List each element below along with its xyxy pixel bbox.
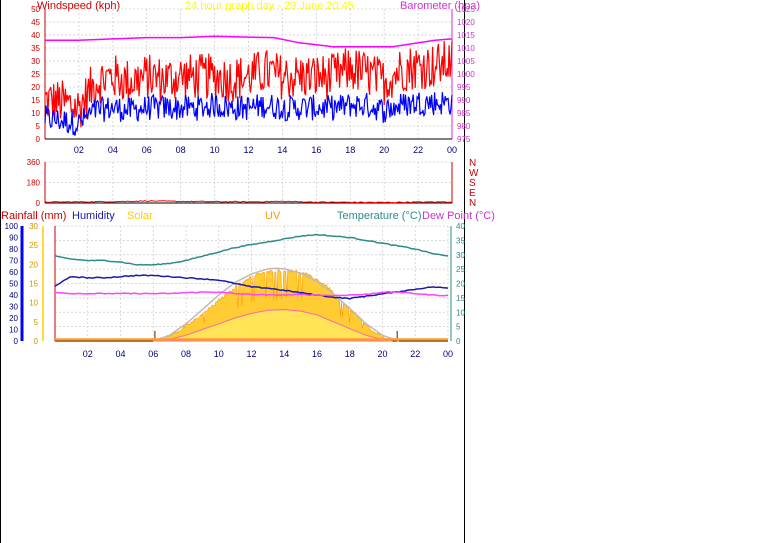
x-tick-label: 20 [379, 145, 389, 155]
y-tick-label-left: 360 [27, 158, 41, 167]
y-tick-label-solar: 15 [29, 280, 38, 289]
x-tick-label: 06 [142, 145, 152, 155]
x-tick-label: 16 [311, 145, 321, 155]
compass-label: N [469, 198, 476, 209]
y-tick-label-right: 995 [457, 83, 471, 92]
weather-graph: Windspeed (kph) 24 hour graph day - 29 J… [1, 0, 495, 359]
x-tick-label: 10 [214, 349, 224, 359]
y-tick-label-solar: 0 [34, 337, 39, 346]
x-tick-label: 10 [210, 145, 220, 155]
y-tick-label-left: 35 [31, 44, 40, 53]
x-tick-label: 00 [443, 349, 453, 359]
y-tick-label-temperature: 25 [456, 265, 465, 274]
y-tick-label-humidity: 30 [9, 303, 18, 312]
y-tick-label-humidity: 90 [9, 234, 18, 243]
y-tick-label-left: 10 [31, 109, 40, 118]
y-tick-label-temperature: 5 [456, 323, 461, 332]
y-tick-label-right: 980 [457, 122, 471, 131]
compass-labels: N W S E N [469, 158, 479, 209]
y-tick-label-left: 180 [27, 179, 41, 188]
x-tick-label: 04 [108, 145, 118, 155]
y-tick-label-left: 20 [31, 83, 40, 92]
y-tick-label-temperature: 0 [456, 337, 461, 346]
y-tick-label-temperature: 40 [456, 222, 465, 231]
legend-rainfall: Rainfall (mm) [1, 210, 66, 222]
y-tick-label-solar: 10 [29, 299, 38, 308]
x-tick-label: 02 [83, 349, 93, 359]
y-tick-label-humidity: 40 [9, 291, 18, 300]
y-tick-label-left: 15 [31, 96, 40, 105]
x-tick-label: 22 [410, 349, 420, 359]
y-tick-label-temperature: 30 [456, 251, 465, 260]
legend-dew-point: Dew Point (°C) [422, 210, 495, 222]
y-tick-label-solar: 30 [29, 222, 38, 231]
y-tick-label-right: 1005 [457, 57, 475, 66]
y-tick-label-humidity: 50 [9, 280, 18, 289]
x-tick-label: 06 [148, 349, 158, 359]
y-tick-label-humidity: 0 [14, 337, 19, 346]
x-tick-label: 04 [115, 349, 125, 359]
x-tick-label: 08 [176, 145, 186, 155]
x-tick-label: 22 [413, 145, 423, 155]
y-tick-label-humidity: 80 [9, 245, 18, 254]
y-tick-label-right: 985 [457, 109, 471, 118]
y-tick-label-left: 0 [36, 135, 41, 144]
y-tick-label-right: 1010 [457, 44, 475, 53]
y-tick-label-solar: 20 [29, 260, 38, 269]
y-tick-label-right: 1020 [457, 18, 475, 27]
y-tick-label-right: 1025 [457, 5, 475, 14]
graph-title: 24 hour graph day - 29 June 20:45 [185, 0, 354, 12]
x-tick-label: 02 [74, 145, 84, 155]
legend-humidity: Humidity [72, 210, 115, 222]
y-tick-label-humidity: 10 [9, 326, 18, 335]
y-tick-label-temperature: 20 [456, 280, 465, 289]
legend-uv: UV [265, 210, 281, 222]
x-tick-label: 18 [345, 145, 355, 155]
x-tick-label: 20 [377, 349, 387, 359]
y-tick-label-temperature: 15 [456, 294, 465, 303]
y-tick-label-right: 1015 [457, 31, 475, 40]
y-tick-label-left: 5 [36, 122, 41, 131]
y-tick-label-left: 40 [31, 31, 40, 40]
y-tick-label-left: 30 [31, 57, 40, 66]
y-tick-label-right: 1000 [457, 70, 475, 79]
y-tick-label-humidity: 100 [5, 222, 19, 231]
x-tick-label: 14 [279, 349, 289, 359]
y-tick-label-left: 45 [31, 18, 40, 27]
x-tick-label: 18 [345, 349, 355, 359]
y-tick-label-temperature: 35 [456, 236, 465, 245]
y-tick-label-temperature: 10 [456, 308, 465, 317]
y-tick-label-right: 975 [457, 135, 471, 144]
x-tick-label: 12 [243, 145, 253, 155]
legend-temperature: Temperature (°C) [337, 210, 421, 222]
y-tick-label-solar: 5 [34, 318, 39, 327]
legend-solar: Solar [127, 210, 153, 222]
y-tick-label-left: 25 [31, 70, 40, 79]
direction-panel: 0 180 360 [27, 158, 453, 208]
y-tick-label-right: 990 [457, 96, 471, 105]
x-tick-label: 16 [312, 349, 322, 359]
y-tick-label-left: 0 [36, 199, 41, 208]
y-tick-label-left: 50 [31, 5, 40, 14]
x-tick-label: 14 [277, 145, 287, 155]
x-tick-label: 00 [447, 145, 457, 155]
y-tick-label-humidity: 70 [9, 257, 18, 266]
x-tick-label: 12 [246, 349, 256, 359]
y-tick-label-humidity: 60 [9, 268, 18, 277]
y-tick-label-solar: 25 [29, 241, 38, 250]
x-tick-label: 08 [181, 349, 191, 359]
y-tick-label-humidity: 20 [9, 314, 18, 323]
